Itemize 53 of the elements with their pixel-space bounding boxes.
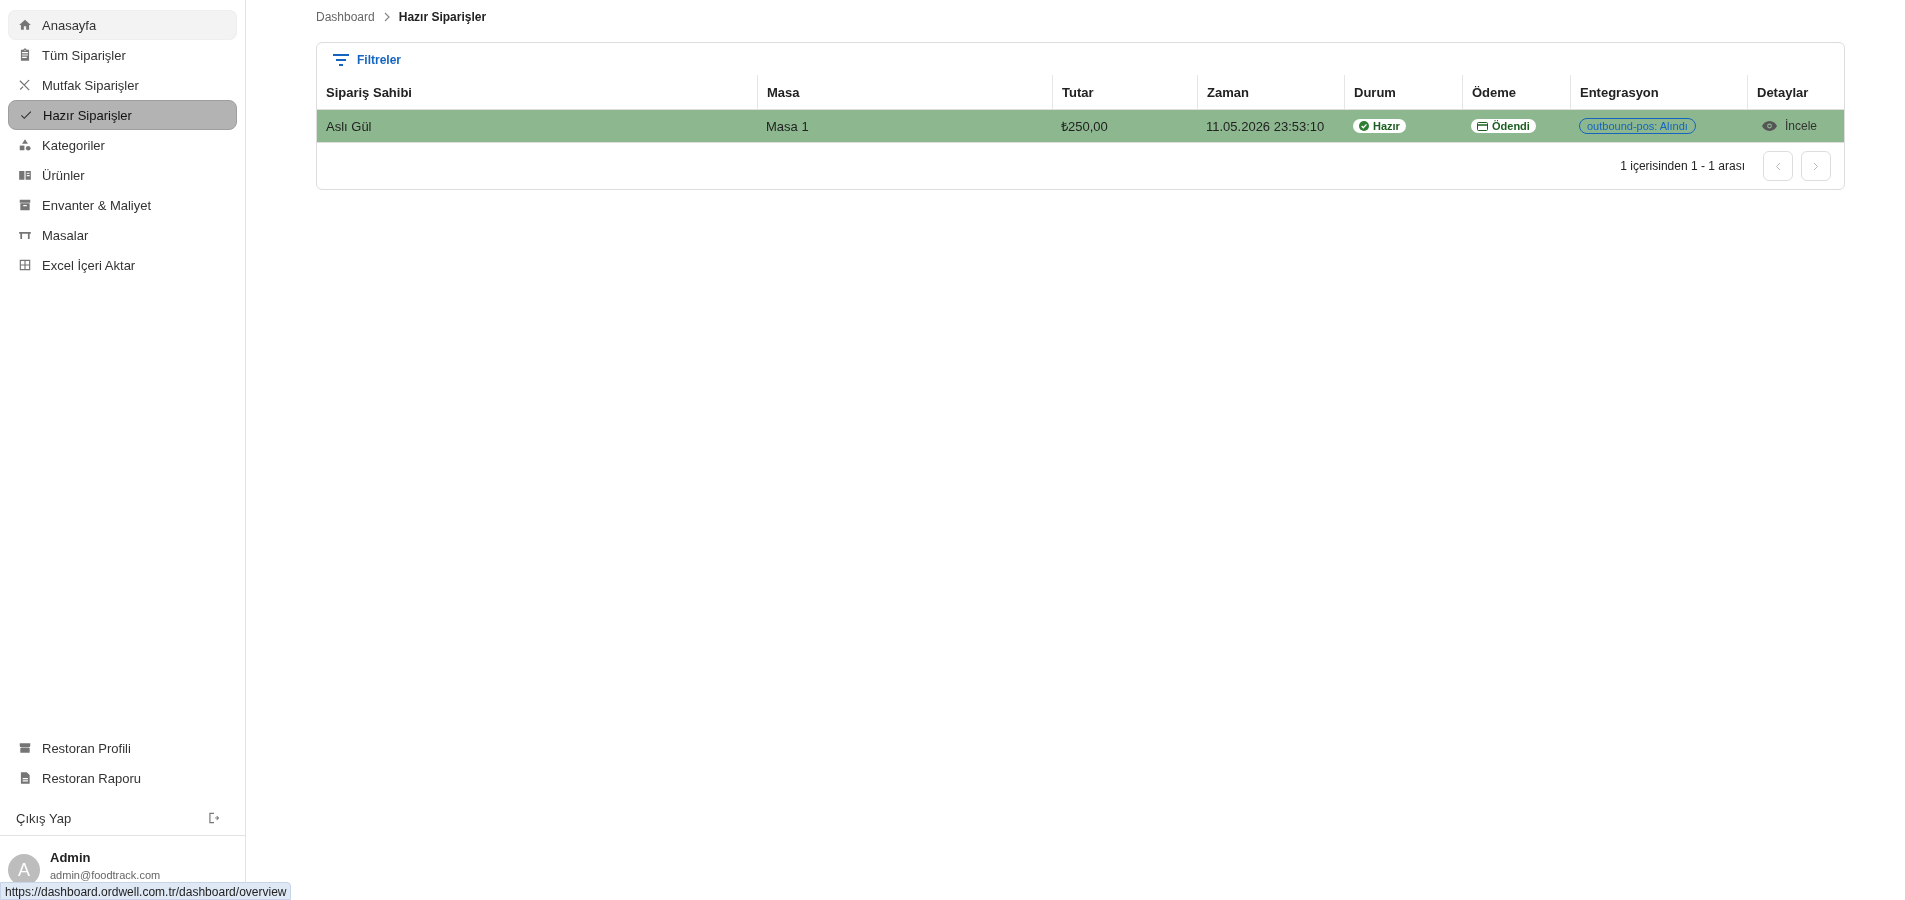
sidebar-item[interactable]: Hazır Siparişler	[8, 100, 237, 130]
column-header: Durum	[1344, 75, 1462, 109]
sidebar-item[interactable]: Restoran Raporu	[8, 763, 237, 793]
sidebar-item[interactable]: Kategoriler	[8, 130, 237, 160]
column-header: Zaman	[1197, 75, 1344, 109]
status-badge: Hazır	[1353, 119, 1406, 133]
table-cell-text: Masa 1	[765, 117, 810, 136]
breadcrumb-current: Hazır Siparişler	[398, 10, 487, 24]
column-header: Masa	[757, 75, 1052, 109]
filter-icon	[333, 54, 349, 66]
eye-icon	[1762, 121, 1777, 131]
logout-button[interactable]: Çıkış Yap	[0, 803, 245, 833]
table-cell-text: 11.05.2026 23:53:10	[1205, 117, 1326, 136]
chevron-right-icon	[1813, 161, 1819, 171]
table-cell-text: ₺250,00	[1060, 118, 1109, 136]
sidebar-item[interactable]: Excel İçeri Aktar	[8, 250, 237, 280]
column-header: Entegrasyon	[1570, 75, 1747, 109]
chevron-icon	[382, 12, 391, 22]
column-header: Sipariş Sahibi	[325, 83, 413, 102]
sidebar-item[interactable]: Restoran Profili	[8, 733, 237, 763]
check-icon	[19, 108, 33, 122]
pagination-summary: 1 içerisinden 1 - 1 arası	[1620, 159, 1745, 173]
shapes-icon	[18, 138, 32, 152]
chevron-left-icon	[1775, 161, 1781, 171]
clipboard-icon	[18, 48, 32, 62]
grid-icon	[18, 258, 32, 272]
user-name: Admin	[50, 850, 92, 865]
column-header: Ödeme	[1462, 75, 1570, 109]
archive-icon	[18, 198, 32, 212]
table-row[interactable]: Aslı Gül Masa 1 ₺250,00 11.05.2026 23:53:10 Hazır Ödendi outbound-pos: Alındı İncele	[317, 110, 1844, 142]
sidebar-item[interactable]: Envanter & Maliyet	[8, 190, 237, 220]
breadcrumb-link[interactable]: Dashboard	[316, 10, 375, 24]
table-cell-text: Aslı Gül	[325, 117, 373, 136]
check-circle-icon	[1359, 121, 1369, 131]
sidebar-item[interactable]: Mutfak Siparişler	[8, 70, 237, 100]
logout-icon	[207, 811, 221, 825]
home-icon	[18, 18, 32, 32]
sidebar-item[interactable]: Tüm Siparişler	[8, 40, 237, 70]
filters-button[interactable]: Filtreler	[333, 53, 401, 67]
card-icon	[1477, 121, 1488, 131]
sidebar-item[interactable]: Masalar	[8, 220, 237, 250]
storefront-icon	[18, 741, 32, 755]
document-icon	[18, 771, 32, 785]
link-url-tooltip: https://dashboard.ordwell.com.tr/dashboard/overview	[0, 882, 292, 900]
payment-badge: Ödendi	[1471, 119, 1536, 133]
sidebar-item[interactable]: Ürünler	[8, 160, 237, 190]
sidebar-item[interactable]: Anasayfa	[8, 10, 237, 40]
column-header: Tutar	[1052, 75, 1197, 109]
utensils-icon	[18, 78, 32, 92]
user-email: admin@foodtrack.com	[50, 869, 161, 881]
column-header: Detaylar	[1747, 75, 1844, 109]
details-link[interactable]: İncele	[1756, 119, 1818, 133]
book-icon	[18, 168, 32, 182]
